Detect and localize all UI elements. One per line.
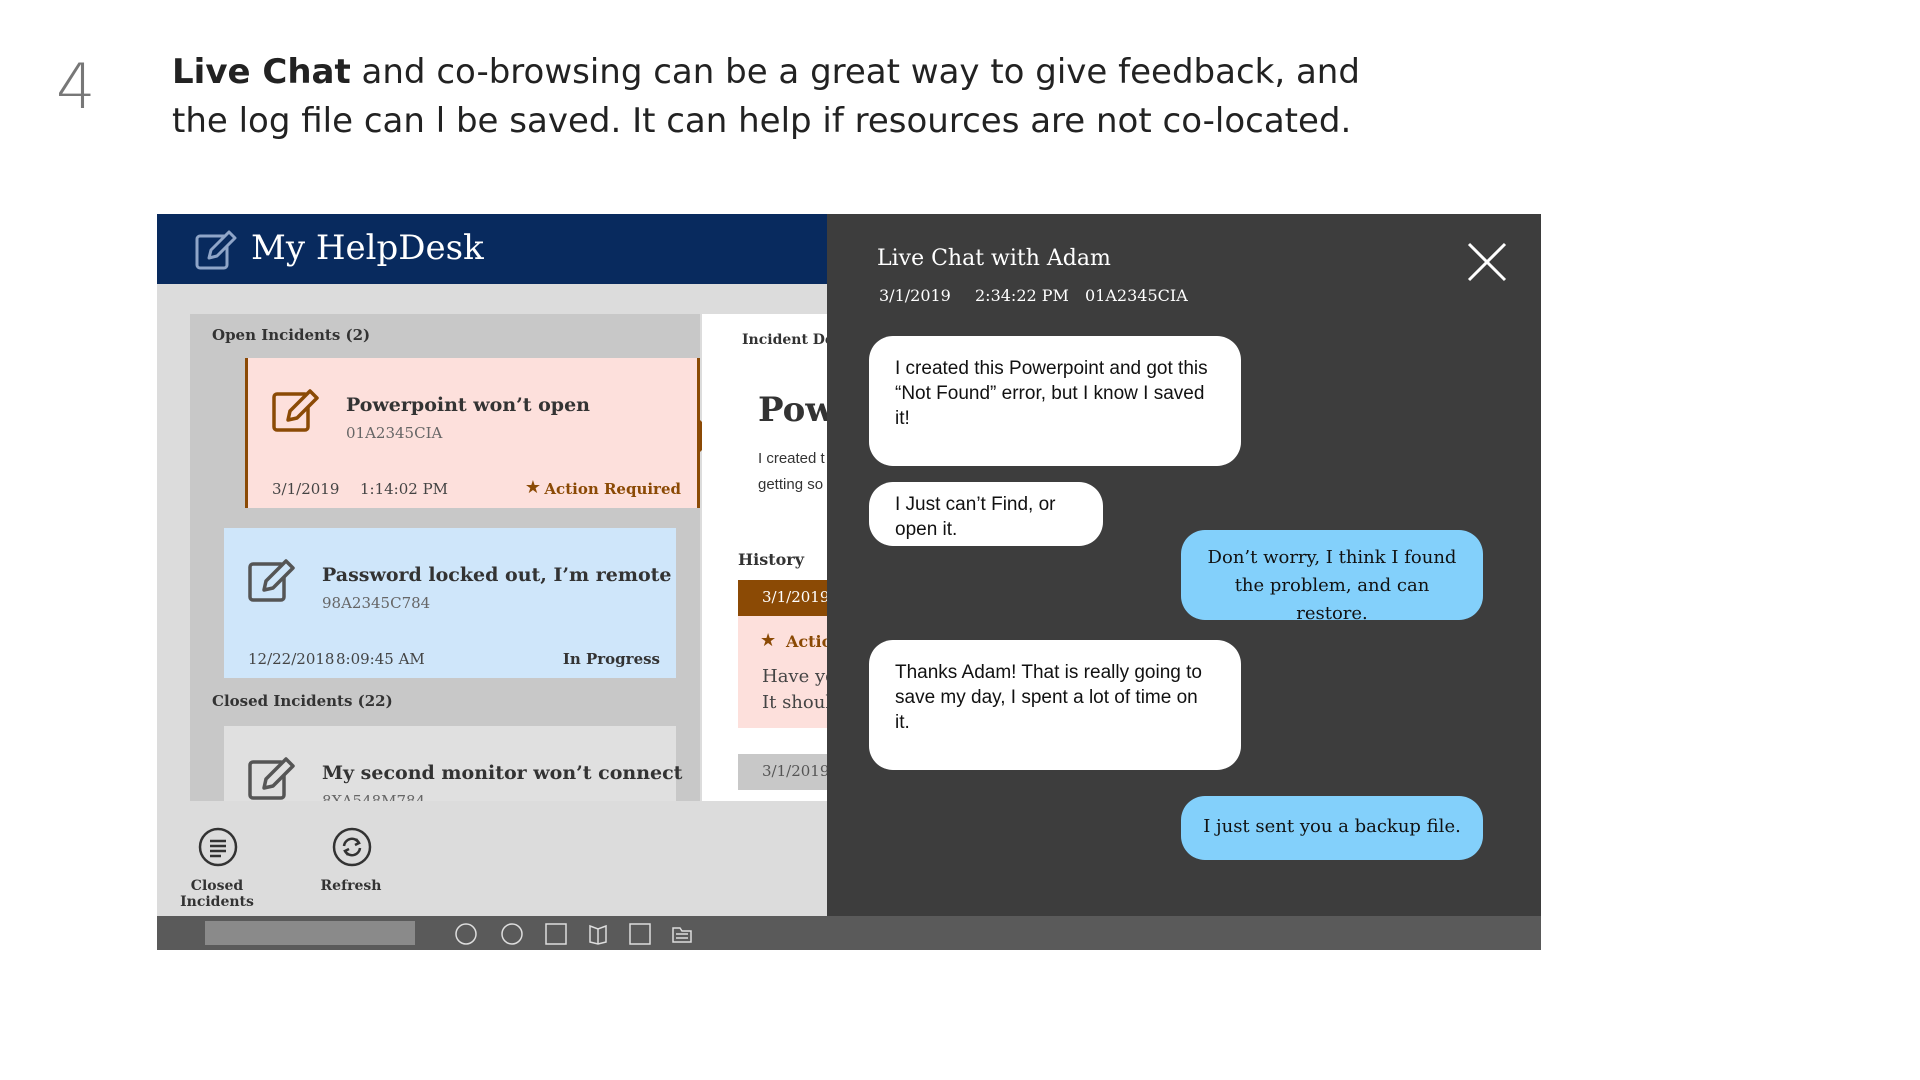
- list-icon: [198, 827, 238, 867]
- incident-title: My second monitor won’t connect: [322, 762, 683, 784]
- square-icon[interactable]: [629, 923, 651, 945]
- chat-message-user: I Just can’t Find, or open it.: [869, 482, 1103, 546]
- chat-message-user: Thanks Adam! That is really going to sav…: [869, 640, 1241, 770]
- history-date: 3/1/2019: [762, 762, 830, 780]
- closed-incidents-label: Closed Incidents: [180, 878, 254, 910]
- caption-text: and co-browsing can be a great way to gi…: [172, 52, 1360, 141]
- incident-time: 1:14:02 PM: [360, 480, 449, 498]
- incident-date: 3/1/2019: [272, 480, 340, 498]
- square-icon[interactable]: [545, 923, 567, 945]
- edit-icon: [248, 559, 295, 602]
- incident-code: 98A2345C784: [322, 594, 431, 612]
- incident-time: 8:09:45 AM: [336, 650, 425, 668]
- incident-card[interactable]: My second monitor won’t connect 8XA548M7…: [224, 726, 682, 801]
- chat-time: 2:34:22 PM: [975, 286, 1069, 305]
- edit-icon: [195, 230, 237, 270]
- taskbar: [157, 916, 1541, 950]
- closed-incidents-button[interactable]: Closed Incidents: [157, 826, 277, 910]
- open-incidents-label: Open Incidents (2): [212, 326, 371, 344]
- incident-status: In Progress: [562, 650, 660, 668]
- app-title: My HelpDesk: [251, 228, 484, 268]
- incident-title: Powerpoint won’t open: [346, 394, 590, 416]
- circle-icon[interactable]: [455, 923, 477, 945]
- taskbar-search[interactable]: [205, 921, 415, 945]
- history-date: 3/1/2019: [762, 588, 830, 606]
- edit-icon: [248, 757, 295, 800]
- chat-title: Live Chat with Adam: [877, 246, 1111, 271]
- chat-date: 3/1/2019: [879, 286, 951, 305]
- chat-message-user: I created this Powerpoint and got this “…: [869, 336, 1241, 466]
- chat-message-agent: I just sent you a backup file.: [1181, 796, 1483, 860]
- edit-icon: [272, 389, 319, 432]
- closed-incidents-label: Closed Incidents (22): [212, 692, 393, 710]
- refresh-button[interactable]: Refresh: [291, 826, 411, 906]
- incident-title: Password locked out, I’m remote: [322, 564, 672, 586]
- refresh-icon: [332, 827, 372, 867]
- star-icon: ★: [760, 630, 777, 650]
- incident-status: Action Required: [544, 480, 681, 498]
- history-label: History: [738, 550, 804, 569]
- incident-date: 12/22/2018: [248, 650, 335, 668]
- close-icon[interactable]: [1461, 236, 1513, 288]
- incident-code: 8XA548M784: [322, 792, 426, 801]
- chat-message-agent: Don’t worry, I think I found the problem…: [1181, 530, 1483, 624]
- incident-code: 01A2345CIA: [346, 424, 443, 442]
- folder-icon[interactable]: [671, 923, 693, 945]
- chat-code: 01A2345CIA: [1085, 286, 1188, 305]
- incidents-panel: Open Incidents (2) Powerpoint won’t open…: [190, 314, 700, 801]
- incident-card[interactable]: Powerpoint won’t open 01A2345CIA 3/1/201…: [245, 358, 700, 508]
- slide-number: 4: [56, 50, 96, 123]
- refresh-label: Refresh: [320, 878, 382, 894]
- book-icon[interactable]: [587, 923, 609, 945]
- slide-caption: Live Chat and co-browsing can be a great…: [172, 48, 1372, 146]
- live-chat-panel: Live Chat with Adam 3/1/2019 2:34:22 PM …: [827, 214, 1541, 916]
- caption-bold: Live Chat: [172, 52, 351, 92]
- incident-card[interactable]: Password locked out, I’m remote 98A2345C…: [224, 528, 676, 678]
- app-window: My HelpDesk Open Incidents (2) Powerpoin…: [157, 214, 1541, 950]
- circle-icon[interactable]: [501, 923, 523, 945]
- star-icon: ★: [524, 477, 541, 497]
